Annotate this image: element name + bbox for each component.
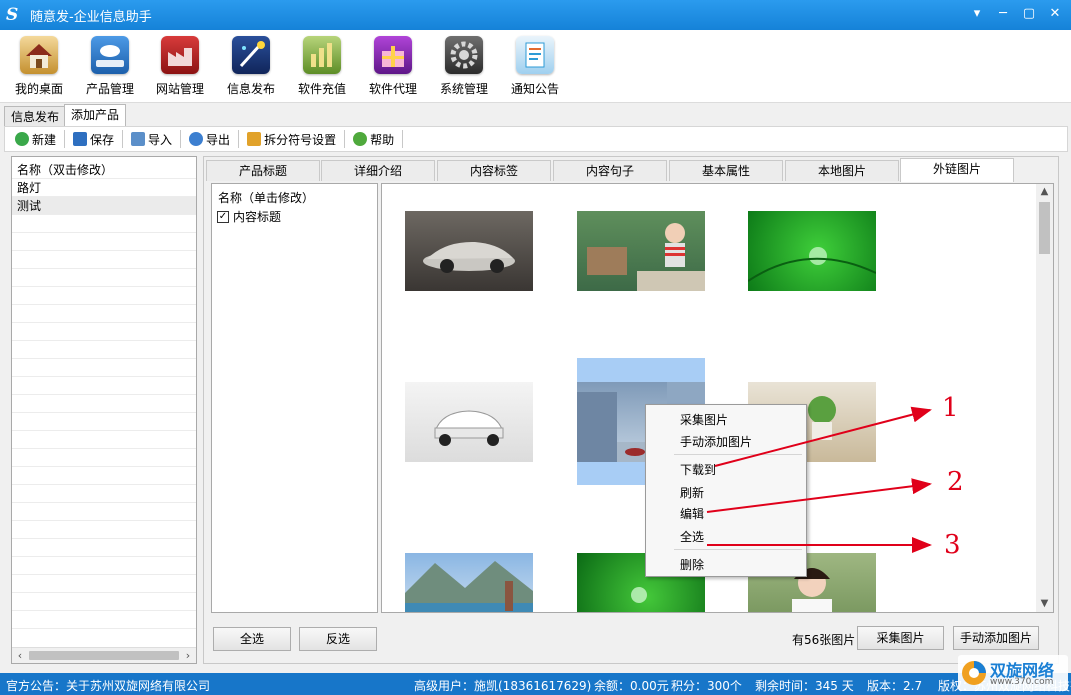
status-bar: 官方公告：关于苏州双旋网络有限公司 高级用户：施凯(18361617629) 余… bbox=[0, 673, 1071, 695]
annotation-number: 3 bbox=[944, 530, 961, 560]
balance-text: 余额：0.00元 bbox=[594, 679, 669, 693]
version-text: 版本：2.7 bbox=[867, 679, 923, 693]
annotation-number: 2 bbox=[947, 467, 964, 497]
remaining-text: 剩余时间：345 天 bbox=[755, 679, 854, 693]
arrow-2 bbox=[706, 478, 932, 513]
watermark-url: www.370.com bbox=[990, 677, 1054, 687]
notice-text[interactable]: 官方公告：关于苏州双旋网络有限公司 bbox=[6, 677, 210, 694]
arrow-1 bbox=[714, 406, 932, 467]
watermark: 双旋网络 www.370.com bbox=[958, 655, 1068, 691]
annotation-arrows bbox=[706, 406, 932, 553]
user-text: 高级用户：施凯(18361617629) bbox=[414, 679, 592, 693]
annotation-number: 1 bbox=[942, 393, 959, 423]
points-text: 积分：300个 bbox=[671, 679, 742, 693]
watermark-logo-icon bbox=[962, 661, 986, 685]
